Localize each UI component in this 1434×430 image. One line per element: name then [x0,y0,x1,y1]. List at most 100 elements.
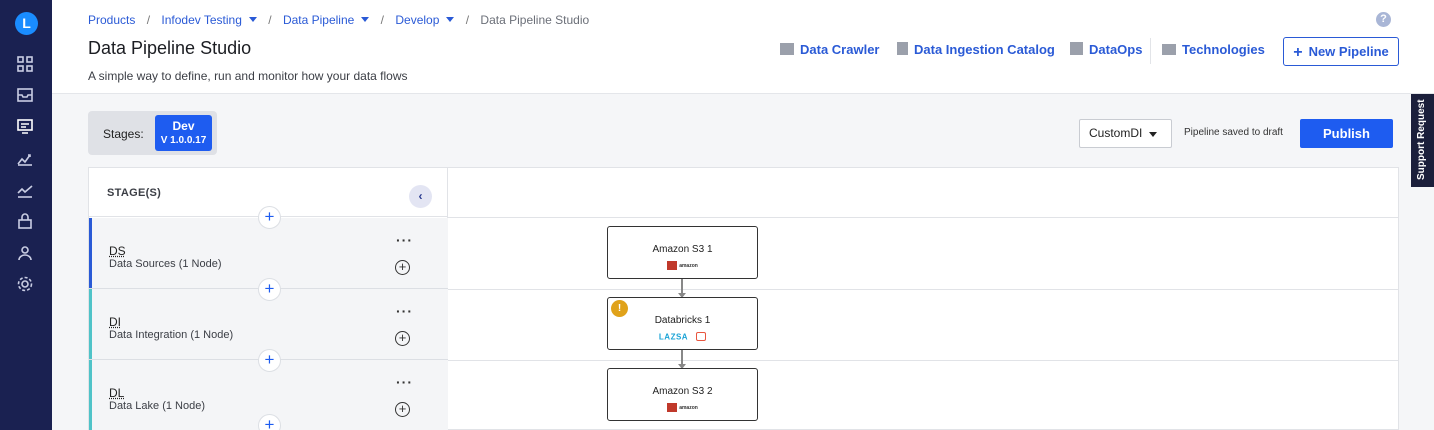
app-root: L Products / Infodev Testing / Data Pipe… [0,0,1434,430]
stage-code: DL [109,386,125,400]
data-crawler-link[interactable]: Data Crawler [780,42,879,60]
publish-button[interactable]: Publish [1300,119,1393,148]
breadcrumb-infodev-testing[interactable]: Infodev Testing [161,13,242,27]
trend-icon[interactable] [16,181,34,199]
chevron-down-icon[interactable] [361,17,370,23]
stage-color-bar [89,218,92,288]
node-databricks-1[interactable]: ! Databricks 1 LAZSA [607,297,758,350]
add-node-icon[interactable]: + [395,260,410,275]
stage-description: Data Sources (1 Node) [109,258,222,270]
crawler-icon [780,43,794,55]
node-amazon-s3-1[interactable]: Amazon S3 1 amazon [607,226,758,279]
node-connector [681,279,683,294]
help-icon[interactable]: ? [1376,12,1391,27]
node-logos: LAZSA [608,332,757,342]
breadcrumb-products[interactable]: Products [88,13,135,27]
node-name: Amazon S3 2 [652,386,713,397]
stage-color-bar [89,360,92,430]
lane-divider [448,217,1399,218]
more-options-icon[interactable]: ··· [396,232,413,248]
header-divider [1150,38,1151,64]
dev-stage-name: Dev [172,119,195,133]
app-logo[interactable]: L [15,12,38,35]
node-name: Databricks 1 [654,315,711,326]
lane-divider [448,289,1399,290]
collapse-chevron-left-icon[interactable]: ‹ [409,185,432,208]
breadcrumb-separator: / [380,12,385,27]
add-stage-button[interactable]: + [258,278,281,301]
stage-color-bar [89,289,92,359]
node-name: Amazon S3 1 [652,244,713,255]
save-status: Pipeline saved to draft [1184,127,1283,138]
node-amazon-s3-2[interactable]: Amazon S3 2 amazon [607,368,758,421]
add-node-icon[interactable]: + [395,402,410,417]
technologies-label: Technologies [1182,42,1265,57]
dev-stage-button[interactable]: Dev V 1.0.0.17 [155,115,212,151]
amazon-logo-text: amazon [679,404,698,411]
breadcrumb-separator: / [465,12,470,27]
node-logos: amazon [608,403,757,413]
breadcrumb-current: Data Pipeline Studio [480,12,590,27]
page-header: Products / Infodev Testing / Data Pipeli… [52,0,1434,94]
stages-toggle: Stages: Dev V 1.0.0.17 [88,111,217,155]
chevron-down-icon[interactable] [248,17,257,23]
dataops-label: DataOps [1089,42,1143,57]
page-subtitle: A simple way to define, run and monitor … [88,69,408,83]
inbox-icon[interactable] [16,86,34,104]
stage-code: DI [109,315,121,329]
new-pipeline-button[interactable]: + New Pipeline [1283,37,1399,66]
technologies-icon [1162,44,1176,55]
grid-icon[interactable] [16,55,34,73]
lazsa-tag: LAZSA [658,332,689,342]
ingestion-catalog-label: Data Ingestion Catalog [914,42,1055,57]
node-connector [681,350,683,365]
node-logos: amazon [608,261,757,271]
stages-header-title: STAGE(S) [107,187,162,199]
add-stage-button[interactable]: + [258,349,281,372]
amazon-s3-icon [667,403,678,413]
chevron-down-icon[interactable] [446,17,455,23]
databricks-icon [696,332,707,342]
app-icon[interactable] [16,212,34,230]
left-nav-rail: L [0,0,52,430]
lane-divider [448,360,1399,361]
plus-icon: + [1293,44,1303,61]
pipeline-lanes [448,168,1399,430]
team-icon[interactable] [16,244,34,262]
dataops-link[interactable]: DataOps [1070,42,1142,60]
support-request-label: Support Request [1416,99,1427,180]
breadcrumb-develop[interactable]: Develop [395,13,439,27]
stage-code: DS [109,244,126,258]
data-crawler-label: Data Crawler [800,42,880,57]
settings-icon[interactable] [16,275,34,293]
support-request-tab[interactable]: Support Request [1411,94,1434,187]
pipeline-canvas: STAGE(S) ‹ DS Data Sources (1 Node) ··· … [88,167,1399,430]
custom-di-select[interactable]: CustomDI [1079,119,1172,148]
data-ingestion-catalog-link[interactable]: Data Ingestion Catalog [897,42,1055,60]
amazon-logo-text: amazon [679,262,698,269]
warning-icon[interactable]: ! [611,300,628,317]
dataops-icon [1070,42,1083,55]
chevron-down-icon [1149,132,1157,137]
new-pipeline-label: New Pipeline [1308,44,1389,59]
more-options-icon[interactable]: ··· [396,303,413,319]
dev-stage-version: V 1.0.0.17 [160,135,207,146]
breadcrumb-separator: / [268,12,272,27]
page-title: Data Pipeline Studio [88,38,252,58]
add-stage-button[interactable]: + [258,206,281,229]
stages-column: STAGE(S) ‹ DS Data Sources (1 Node) ··· … [89,168,448,430]
add-stage-button[interactable]: + [258,414,281,430]
breadcrumb-separator: / [146,12,151,27]
stage-description: Data Integration (1 Node) [109,329,234,341]
more-options-icon[interactable]: ··· [396,374,413,390]
chart-icon[interactable] [16,149,34,167]
breadcrumb: Products / Infodev Testing / Data Pipeli… [88,12,589,27]
amazon-s3-icon [667,261,678,271]
pipeline-icon[interactable] [16,117,34,135]
technologies-link[interactable]: Technologies [1162,42,1265,60]
document-icon [897,42,908,55]
select-value: CustomDI [1089,126,1143,140]
add-node-icon[interactable]: + [395,331,410,346]
stage-description: Data Lake (1 Node) [109,400,205,412]
breadcrumb-data-pipeline[interactable]: Data Pipeline [283,13,354,27]
